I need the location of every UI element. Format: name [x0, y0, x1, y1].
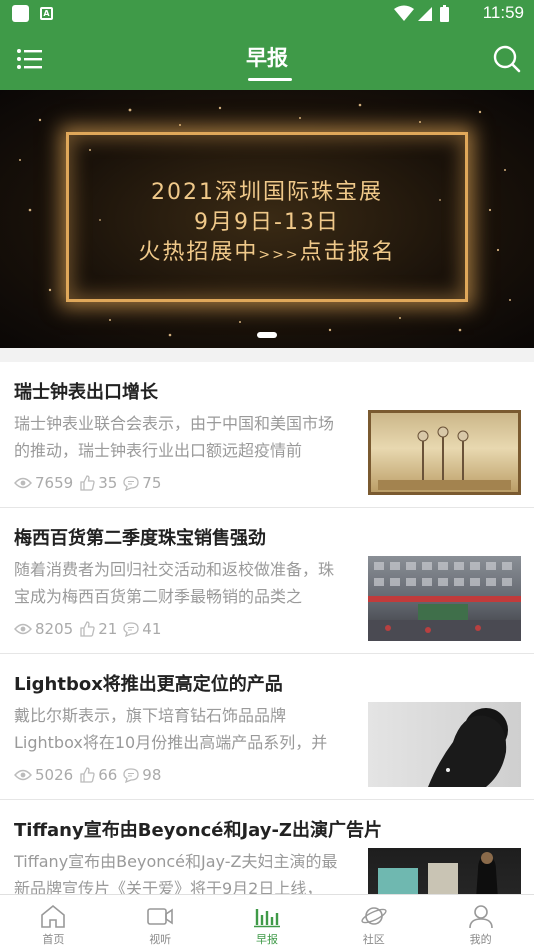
news-title: Lightbox将推出更高定位的产品 [14, 674, 283, 695]
title-indicator [248, 78, 292, 81]
banner-line-1: 2021深圳国际珠宝展 [151, 180, 383, 205]
comment-icon [123, 622, 139, 637]
carousel-indicator [257, 332, 277, 338]
news-stats: 8205 21 41 [14, 620, 167, 638]
home-icon [41, 904, 66, 928]
news-stats: 5026 66 98 [14, 766, 167, 784]
tab-community[interactable]: 社区 [320, 895, 427, 950]
user-icon [468, 905, 493, 929]
tab-home[interactable]: 首页 [0, 895, 107, 950]
news-summary: 瑞士钟表业联合会表示，由于中国和美国市场的推动，瑞士钟表行业出口额远超疫情前 [14, 414, 335, 460]
comments-count: 41 [142, 620, 162, 638]
tab-morning-news[interactable]: 早报 [214, 895, 321, 950]
comment-icon [123, 476, 139, 491]
banner-line-3a: 火热招展中 [138, 240, 259, 265]
views-count: 8205 [35, 620, 74, 638]
news-thumbnail-macys-storefront [368, 556, 521, 641]
notification-icon [12, 5, 29, 22]
news-title: 瑞士钟表出口增长 [14, 382, 158, 403]
news-item[interactable]: 瑞士钟表出口增长 瑞士钟表业联合会表示，由于中国和美国市场的推动，瑞士钟表行业出… [0, 362, 534, 508]
video-icon [147, 908, 173, 925]
app-notification-icon: A [40, 7, 53, 20]
news-title: 梅西百货第二季度珠宝销售强劲 [14, 528, 266, 549]
comments-count: 98 [142, 766, 162, 784]
banner-line-2: 9月9日-13日 [194, 210, 340, 235]
tab-label: 首页 [42, 933, 65, 946]
tab-video[interactable]: 视听 [107, 895, 214, 950]
news-item[interactable]: Lightbox将推出更高定位的产品 戴比尔斯表示，旗下培育钻石饰品品牌Ligh… [0, 654, 534, 800]
page-title: 早报 [246, 46, 288, 70]
news-item[interactable]: 梅西百货第二季度珠宝销售强劲 随着消费者为回归社交活动和返校做准备，珠宝成为梅西… [0, 508, 534, 654]
thumbs-up-icon [80, 475, 95, 491]
news-summary: 随着消费者为回归社交活动和返校做准备，珠宝成为梅西百货第二财季最畅销的品类之 [14, 560, 335, 606]
wifi-signal-battery-icon [394, 5, 449, 22]
promo-banner[interactable]: 2021深圳国际珠宝展 9月9日-13日 火热招展中>>>点击报名 [0, 90, 534, 348]
news-summary: 戴比尔斯表示，旗下培育钻石饰品品牌Lightbox将在10月份推出高端产品系列，… [14, 706, 328, 752]
likes-count: 66 [98, 766, 118, 784]
views-count: 7659 [35, 474, 74, 492]
news-thumbnail-watch-display [368, 410, 521, 495]
banner-line-3b: >>> [258, 247, 300, 263]
tab-label: 视听 [149, 933, 172, 946]
tab-label: 社区 [362, 933, 385, 946]
system-icons [394, 5, 454, 27]
eye-icon [14, 623, 32, 635]
news-thumbnail-tiffany-ad [368, 848, 521, 894]
news-summary: Tiffany宣布由Beyoncé和Jay-Z夫妇主演的最新品牌宣传片《关于爱》… [14, 852, 338, 894]
news-item[interactable]: Tiffany宣布由Beyoncé和Jay-Z出演广告片 Tiffany宣布由B… [0, 800, 534, 894]
chart-icon [253, 909, 280, 928]
thumbs-up-icon [80, 621, 95, 637]
comment-icon [123, 768, 139, 783]
likes-count: 21 [98, 620, 118, 638]
tab-label: 早报 [255, 933, 278, 946]
thumbs-up-icon [80, 767, 95, 783]
banner-line-3: 火热招展中>>>点击报名 [0, 234, 534, 266]
top-app-bar: 早报 [0, 28, 534, 90]
banner-line-3c: 点击报名 [299, 240, 396, 265]
search-icon[interactable] [492, 44, 522, 74]
planet-icon [361, 907, 387, 925]
news-thumbnail-model-portrait [368, 702, 521, 787]
news-stats: 7659 35 75 [14, 474, 167, 492]
comments-count: 75 [142, 474, 162, 492]
eye-icon [14, 477, 32, 489]
tab-label: 我的 [469, 933, 492, 946]
status-bar: A 11:59 [0, 0, 534, 28]
eye-icon [14, 769, 32, 781]
status-time: 11:59 [482, 3, 524, 22]
bottom-tab-bar: 首页 视听 早报 社区 我的 [0, 894, 534, 950]
likes-count: 35 [98, 474, 118, 492]
news-title: Tiffany宣布由Beyoncé和Jay-Z出演广告片 [14, 820, 382, 841]
news-list: 瑞士钟表出口增长 瑞士钟表业联合会表示，由于中国和美国市场的推动，瑞士钟表行业出… [0, 362, 534, 894]
views-count: 5026 [35, 766, 74, 784]
tab-profile[interactable]: 我的 [427, 895, 534, 950]
